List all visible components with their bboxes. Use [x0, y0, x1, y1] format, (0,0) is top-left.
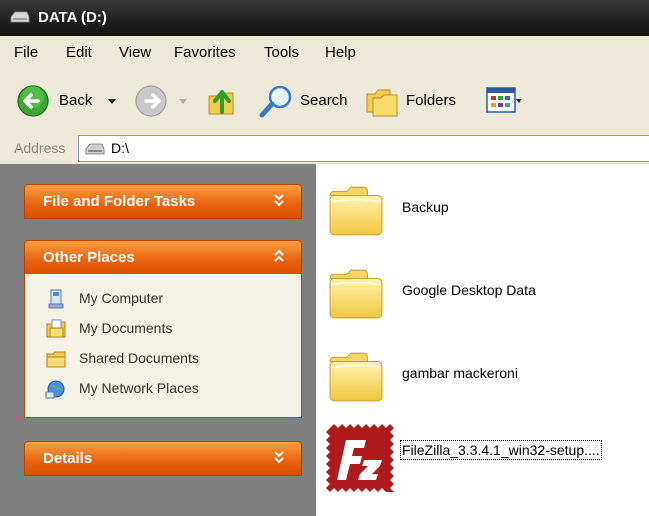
back-button[interactable] [16, 84, 50, 118]
menu-file[interactable]: File [14, 44, 38, 61]
file-name: Backup [402, 199, 449, 215]
details-header[interactable]: Details [24, 441, 302, 476]
views-icon [486, 87, 522, 113]
file-name: Google Desktop Data [402, 282, 536, 298]
other-places-title: Other Places [43, 249, 135, 266]
folders-button[interactable] [364, 84, 400, 118]
file-name: FileZilla_3.3.4.1_win32-setup.... [400, 440, 602, 460]
folders-icon [366, 89, 398, 117]
place-label: My Computer [79, 290, 164, 306]
file-item-backup[interactable]: Backup [316, 169, 649, 249]
other-places-panel: My Computer My Documents Shared Document… [24, 274, 302, 418]
file-name: gambar mackeroni [402, 365, 518, 381]
back-label[interactable]: Back [59, 92, 92, 109]
drive-icon [85, 143, 105, 155]
shared-documents-icon [46, 351, 66, 368]
task-pane: File and Folder Tasks Other Places My Co… [0, 164, 316, 516]
forward-arrow-icon [135, 85, 167, 117]
up-folder-icon [208, 90, 234, 115]
forward-button[interactable] [134, 84, 168, 118]
back-dropdown-icon[interactable] [107, 98, 117, 106]
expand-chevron-icon[interactable] [273, 193, 285, 207]
place-my-computer[interactable]: My Computer [25, 287, 301, 311]
drive-icon [10, 11, 30, 23]
menu-favorites[interactable]: Favorites [174, 44, 236, 61]
place-my-network-places[interactable]: My Network Places [25, 377, 301, 401]
filezilla-icon [326, 424, 394, 492]
other-places-header[interactable]: Other Places [24, 240, 302, 275]
menu-tools[interactable]: Tools [264, 44, 299, 61]
expand-chevron-icon[interactable] [273, 450, 285, 464]
file-list: Backup Google Desktop Data gambar macker… [316, 164, 649, 516]
menu-edit[interactable]: Edit [66, 44, 92, 61]
folders-label[interactable]: Folders [406, 92, 456, 109]
place-label: My Documents [79, 320, 173, 336]
collapse-chevron-icon[interactable] [273, 249, 285, 263]
file-item-gambar-mackeroni[interactable]: gambar mackeroni [316, 335, 649, 415]
search-button[interactable] [258, 82, 296, 120]
window-title: DATA (D:) [38, 9, 107, 26]
title-bar: DATA (D:) [0, 0, 649, 36]
details-title: Details [43, 450, 93, 467]
address-input[interactable]: D:\ [78, 135, 649, 162]
place-label: My Network Places [79, 380, 199, 396]
folder-icon [329, 269, 383, 319]
forward-dropdown-icon[interactable] [178, 98, 188, 106]
up-folder-button[interactable] [205, 82, 239, 118]
address-value: D:\ [111, 140, 129, 156]
my-computer-icon [48, 289, 64, 309]
address-label: Address [14, 140, 66, 156]
file-item-filezilla-setup[interactable]: FileZilla_3.3.4.1_win32-setup.... [316, 416, 649, 496]
back-arrow-icon [17, 85, 49, 117]
place-shared-documents[interactable]: Shared Documents [25, 347, 301, 371]
menu-view[interactable]: View [119, 44, 151, 61]
folder-icon [329, 352, 383, 402]
network-places-icon [45, 380, 65, 399]
search-icon [259, 85, 292, 118]
search-label[interactable]: Search [300, 92, 348, 109]
place-label: Shared Documents [79, 350, 199, 366]
menu-help[interactable]: Help [325, 44, 356, 61]
my-documents-icon [46, 319, 66, 338]
file-folder-tasks-header[interactable]: File and Folder Tasks [24, 184, 302, 219]
menu-bar: File Edit View Favorites Tools Help [0, 36, 649, 71]
file-folder-tasks-title: File and Folder Tasks [43, 193, 196, 210]
folder-icon [329, 186, 383, 236]
address-bar: Address D:\ [0, 132, 649, 164]
toolbar: Back Search Folders [0, 70, 649, 133]
file-item-google-desktop-data[interactable]: Google Desktop Data [316, 252, 649, 332]
place-my-documents[interactable]: My Documents [25, 317, 301, 341]
views-button[interactable] [486, 86, 522, 116]
